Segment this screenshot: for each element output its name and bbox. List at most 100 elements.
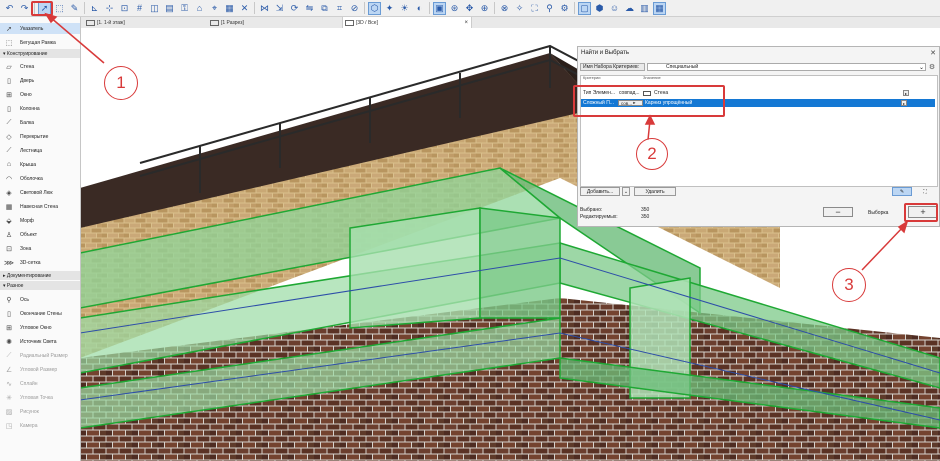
- sidebar-item-curtain-wall[interactable]: ▦ Навесная Стена: [0, 201, 80, 212]
- tab-3d-label: [3D / Все]: [356, 19, 378, 26]
- undo-icon[interactable]: ↶: [3, 2, 16, 15]
- tab-3d[interactable]: [3D / Все] ×: [342, 17, 472, 28]
- chevron-right-icon[interactable]: ▸: [903, 90, 909, 96]
- cutaway-icon[interactable]: ▢: [578, 1, 591, 15]
- plan-icon[interactable]: ▦: [223, 2, 236, 15]
- walk-icon[interactable]: ⚲: [543, 2, 556, 15]
- window-icon[interactable]: ▣: [433, 1, 446, 15]
- trim-icon[interactable]: ⌗: [333, 2, 346, 15]
- magic-wand-icon[interactable]: ✎: [68, 2, 81, 15]
- section-icon[interactable]: ⋈: [258, 2, 271, 15]
- snap-point-icon[interactable]: ⊡: [118, 2, 131, 15]
- sidebar-item-label: Окно: [20, 91, 32, 98]
- close-view-icon[interactable]: ✕: [238, 2, 251, 15]
- zoom-icon[interactable]: ⊕: [478, 2, 491, 15]
- sidebar-item-window[interactable]: ⊞ Окно: [0, 89, 80, 100]
- sidebar-item-label: Навесная Стена: [20, 203, 59, 210]
- sidebar-item-wall[interactable]: ▱ Стена: [0, 61, 80, 72]
- sidebar-item-angle-dimension[interactable]: ∠ Угловой Размер: [0, 364, 80, 375]
- mirror-icon[interactable]: ⇋: [303, 2, 316, 15]
- section-header-document[interactable]: ▸ Документирование: [0, 271, 80, 280]
- dashboard-icon[interactable]: ▦: [653, 1, 666, 15]
- sidebar-item-figure[interactable]: ▨ Рисунок: [0, 406, 80, 417]
- cloud-icon[interactable]: ☁: [623, 2, 636, 15]
- sidebar-item-skylight[interactable]: ◈ Световой Люк: [0, 187, 80, 198]
- snap-guides-icon[interactable]: ⊾: [88, 2, 101, 15]
- sidebar-item-shell[interactable]: ◠ Оболочка: [0, 173, 80, 184]
- remove-from-selection-button[interactable]: −: [823, 207, 853, 217]
- trace-icon[interactable]: ◫: [148, 2, 161, 15]
- drag-icon[interactable]: ⇲: [273, 2, 286, 15]
- marquee-icon[interactable]: ⬚: [53, 2, 66, 15]
- section-header-misc[interactable]: ▾ Разное: [0, 281, 80, 290]
- criteria-set-label: Имя Набора Критериев:: [580, 63, 645, 71]
- render-icon[interactable]: ✦: [383, 2, 396, 15]
- book-icon[interactable]: ▥: [638, 2, 651, 15]
- sidebar-item-radial-dimension[interactable]: ⟋ Радиальный Размер: [0, 350, 80, 361]
- lock-icon[interactable]: ⚿: [178, 2, 191, 15]
- sidebar-item-spline[interactable]: ∿ Сплайн: [0, 378, 80, 389]
- sidebar-item-light[interactable]: ✺ Источник Света: [0, 336, 80, 347]
- gear-icon[interactable]: ⚙: [928, 63, 936, 71]
- toolbar-divider: [254, 2, 255, 14]
- rotate-icon[interactable]: ⟳: [288, 2, 301, 15]
- add-dropdown-button[interactable]: ⌄: [622, 187, 630, 196]
- cube-icon[interactable]: ⬢: [593, 2, 606, 15]
- section-header-construct[interactable]: ▾ Конструирование: [0, 49, 80, 58]
- sidebar-item-corner-window[interactable]: ⊞ Угловое Окно: [0, 322, 80, 333]
- sidebar-item-door[interactable]: ▯ Дверь: [0, 75, 80, 86]
- inject-icon[interactable]: ⛶: [916, 187, 934, 196]
- sidebar-item-morph[interactable]: ⬙ Морф: [0, 215, 80, 226]
- redo-icon[interactable]: ↷: [18, 2, 31, 15]
- close-icon[interactable]: ×: [464, 20, 468, 26]
- sidebar-item-label: Стена: [20, 63, 35, 70]
- fit-icon[interactable]: ⛶: [528, 2, 541, 15]
- sidebar-item-marquee[interactable]: ⬚ Бегущая Рамка: [0, 37, 80, 48]
- grid-icon[interactable]: #: [133, 2, 146, 15]
- favorites-icon[interactable]: ✧: [513, 2, 526, 15]
- add-criterion-button[interactable]: Добавить...: [580, 187, 620, 196]
- tab-floor-plan[interactable]: [1. 1-й этаж]: [86, 17, 210, 28]
- spline-icon: ∿: [6, 380, 12, 388]
- sidebar-item-stair[interactable]: ⟋ Лестница: [0, 145, 80, 156]
- sidebar-item-hotspot[interactable]: ✳ Угловая Точка: [0, 392, 80, 403]
- sidebar-item-pointer[interactable]: ➚ Указатель: [0, 23, 80, 34]
- tab-section[interactable]: [1 Разрез]: [210, 17, 338, 28]
- orbit-icon[interactable]: ⊛: [448, 2, 461, 15]
- split-icon[interactable]: ⊘: [348, 2, 361, 15]
- offset-icon[interactable]: ⧉: [318, 2, 331, 15]
- skylight-icon: ◈: [6, 189, 12, 197]
- sidebar-item-label: Объект: [20, 231, 38, 238]
- sidebar-item-object[interactable]: ♙ Объект: [0, 229, 80, 240]
- callout-label: 3: [844, 275, 854, 294]
- elevation-icon[interactable]: ⌂: [193, 2, 206, 15]
- sidebar-item-camera[interactable]: ◳ Камера: [0, 420, 80, 431]
- pan-icon[interactable]: ✥: [463, 2, 476, 15]
- guide-line-icon[interactable]: ⊹: [103, 2, 116, 15]
- sidebar-item-column[interactable]: ▯ Колонна: [0, 103, 80, 114]
- 3d-icon[interactable]: ⬡: [368, 1, 381, 15]
- angle-dimension-icon: ∠: [5, 366, 13, 374]
- pick-up-icon[interactable]: ✎: [892, 187, 912, 196]
- measure-icon[interactable]: ⌖: [208, 2, 221, 15]
- sidebar-item-zone[interactable]: ⊡ Зона: [0, 243, 80, 254]
- globe-icon[interactable]: ⊗: [498, 2, 511, 15]
- sun-icon[interactable]: ☀: [398, 2, 411, 15]
- chevron-right-icon[interactable]: ▸: [901, 100, 907, 106]
- layers-icon[interactable]: ▤: [163, 2, 176, 15]
- sidebar-item-beam[interactable]: ⟋ Балка: [0, 117, 80, 128]
- person-icon[interactable]: ☺: [608, 2, 621, 15]
- sidebar-item-wall-end[interactable]: ▯ Окончание Стены: [0, 308, 80, 319]
- delete-criterion-button[interactable]: Удалить: [634, 187, 676, 196]
- explore-icon[interactable]: ⚙: [558, 2, 571, 15]
- tab-section-label: [1 Разрез]: [221, 19, 244, 26]
- editable-count: 350: [641, 214, 650, 220]
- sidebar-item-label: Лестница: [20, 147, 43, 154]
- criteria-set-select[interactable]: Специальный ⌄: [647, 63, 926, 71]
- sidebar-item-slab[interactable]: ◇ Перекрытие: [0, 131, 80, 142]
- shading-icon[interactable]: ◐: [413, 2, 426, 15]
- sidebar-item-roof[interactable]: ⌂ Крыша: [0, 159, 80, 170]
- sidebar-item-axis[interactable]: ⚲ Ось: [0, 294, 80, 305]
- sidebar-item-mesh[interactable]: ⋙ 3D-сетка: [0, 257, 80, 268]
- close-icon[interactable]: ✕: [930, 49, 936, 57]
